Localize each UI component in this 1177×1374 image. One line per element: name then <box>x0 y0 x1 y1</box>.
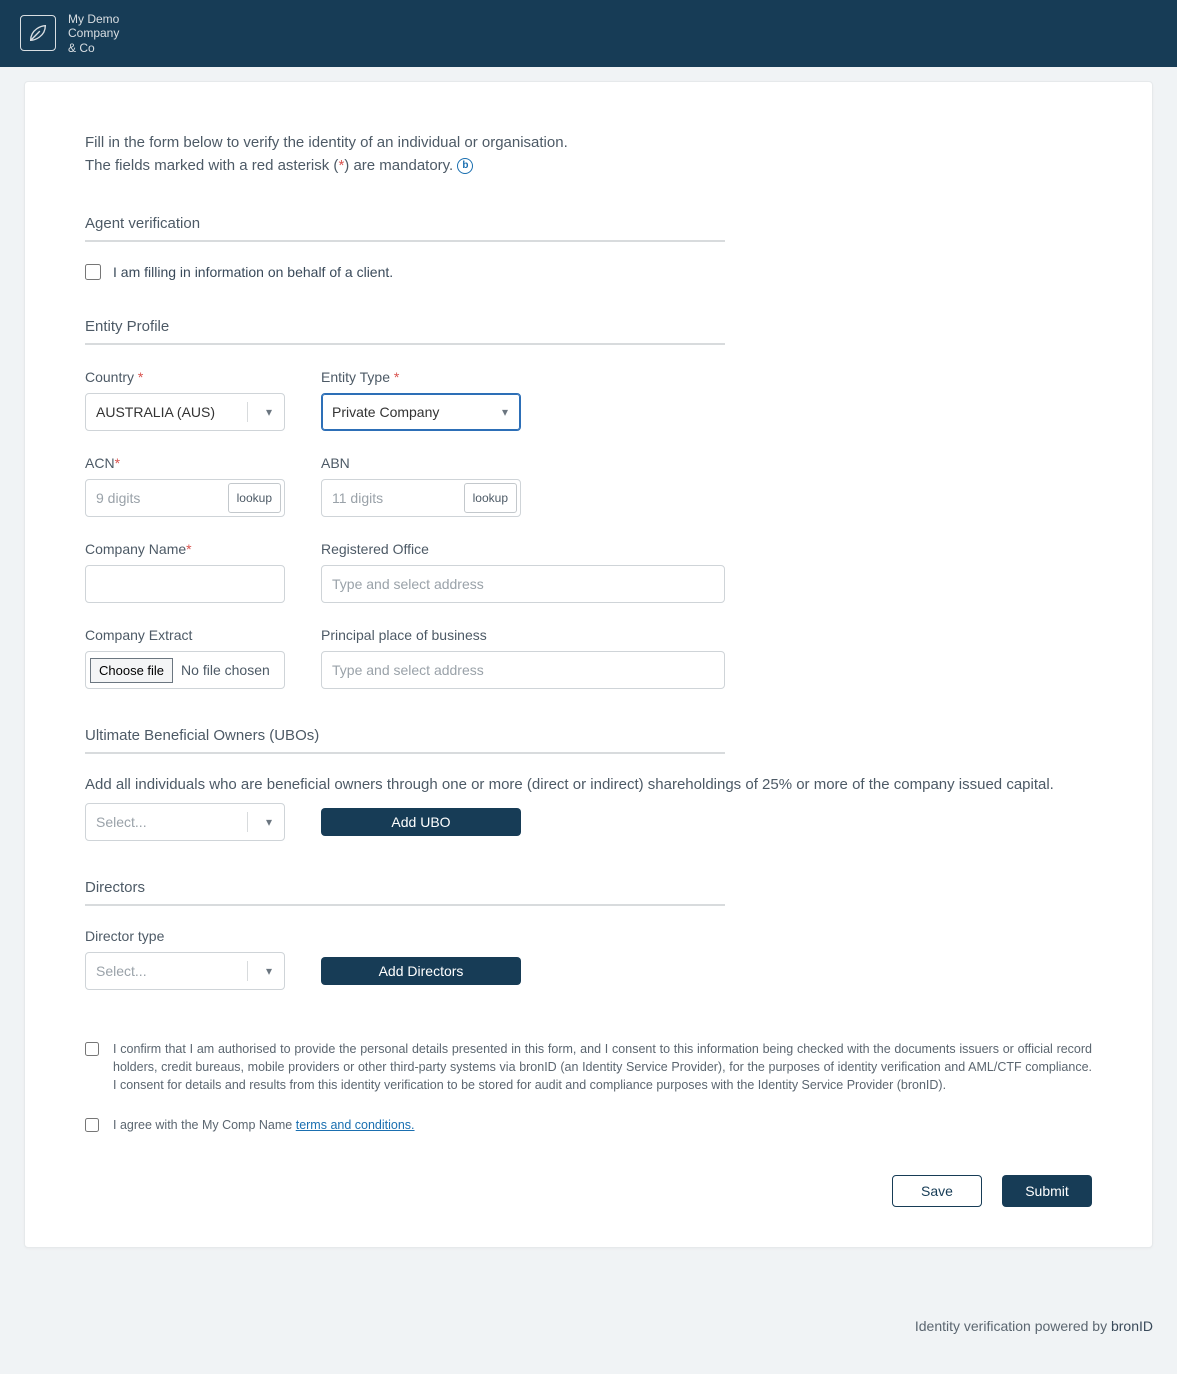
chevron-down-icon: ▾ <box>266 964 272 978</box>
company-logo-icon <box>20 15 56 51</box>
country-select[interactable]: AUSTRALIA (AUS) ▾ <box>85 393 285 431</box>
add-directors-button[interactable]: Add Directors <box>321 957 521 985</box>
director-type-select[interactable]: Select... ▾ <box>85 952 285 990</box>
behalf-of-client-checkbox[interactable] <box>85 264 101 280</box>
section-ubo: Ultimate Beneficial Owners (UBOs) <box>85 727 725 754</box>
info-icon[interactable]: b <box>457 158 473 174</box>
footer-brand: bronID <box>1111 1318 1153 1334</box>
chevron-down-icon: ▾ <box>266 405 272 419</box>
file-status: No file chosen <box>181 662 270 678</box>
director-type-label: Director type <box>85 928 725 944</box>
principal-place-input[interactable] <box>321 651 725 689</box>
chevron-down-icon: ▾ <box>266 815 272 829</box>
behalf-of-client-label: I am filling in information on behalf of… <box>113 264 393 280</box>
chevron-down-icon: ▾ <box>502 405 508 419</box>
ubo-select[interactable]: Select... ▾ <box>85 803 285 841</box>
save-button[interactable]: Save <box>892 1175 982 1207</box>
section-directors: Directors <box>85 879 725 906</box>
company-name: My Demo Company & Co <box>68 12 119 55</box>
submit-button[interactable]: Submit <box>1002 1175 1092 1207</box>
ubo-helper-text: Add all individuals who are beneficial o… <box>85 776 1092 793</box>
company-name-input[interactable] <box>85 565 285 603</box>
abn-label: ABN <box>321 455 521 471</box>
choose-file-button[interactable]: Choose file <box>90 658 173 683</box>
section-entity-profile: Entity Profile <box>85 318 725 345</box>
entity-type-select[interactable]: Private Company ▾ <box>321 393 521 431</box>
logo: My Demo Company & Co <box>20 12 119 55</box>
form-card: Fill in the form below to verify the ide… <box>24 81 1153 1248</box>
app-header: My Demo Company & Co <box>0 0 1177 67</box>
company-extract-file[interactable]: Choose file No file chosen <box>85 651 285 689</box>
consent-authorised-checkbox[interactable] <box>85 1042 99 1056</box>
abn-lookup-button[interactable]: lookup <box>464 483 517 513</box>
footer: Identity verification powered by bronID <box>0 1288 1177 1374</box>
consent-terms-checkbox[interactable] <box>85 1118 99 1132</box>
company-name-label: Company Name* <box>85 541 285 557</box>
consent-authorised-text: I confirm that I am authorised to provid… <box>113 1040 1092 1094</box>
consent-terms-text: I agree with the My Comp Name terms and … <box>113 1116 415 1134</box>
entity-type-label: Entity Type * <box>321 369 521 385</box>
section-agent-verification: Agent verification <box>85 215 725 242</box>
intro-line-2: The fields marked with a red asterisk (*… <box>85 155 1092 178</box>
terms-link[interactable]: terms and conditions. <box>296 1118 415 1132</box>
company-extract-label: Company Extract <box>85 627 285 643</box>
add-ubo-button[interactable]: Add UBO <box>321 808 521 836</box>
intro-text: Fill in the form below to verify the ide… <box>85 132 1092 177</box>
acn-label: ACN* <box>85 455 285 471</box>
acn-lookup-button[interactable]: lookup <box>228 483 281 513</box>
principal-place-label: Principal place of business <box>321 627 725 643</box>
registered-office-label: Registered Office <box>321 541 725 557</box>
intro-line-1: Fill in the form below to verify the ide… <box>85 132 1092 155</box>
country-label: Country * <box>85 369 285 385</box>
registered-office-input[interactable] <box>321 565 725 603</box>
